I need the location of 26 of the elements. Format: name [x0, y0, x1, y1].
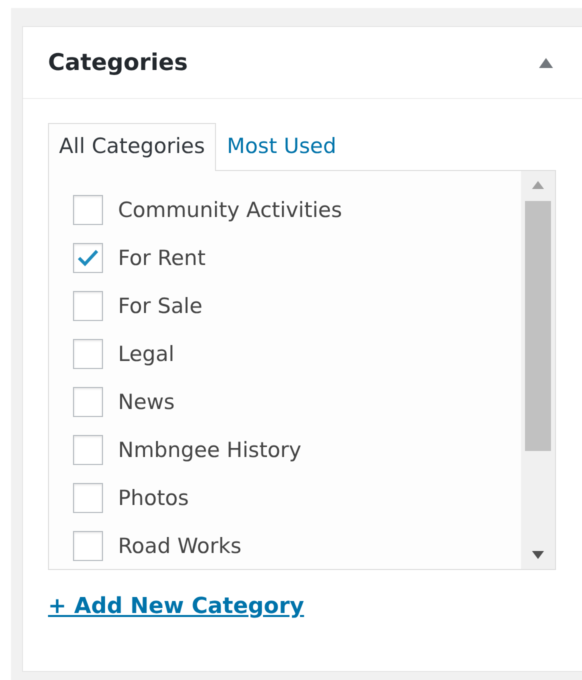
- category-label: News: [118, 390, 175, 414]
- category-label: For Sale: [118, 294, 202, 318]
- tab[interactable]: All Categories: [48, 123, 216, 171]
- checkbox[interactable]: [73, 483, 103, 513]
- checkbox[interactable]: [73, 291, 103, 321]
- category-label: Community Activities: [118, 198, 342, 222]
- scroll-down-icon[interactable]: [532, 551, 544, 559]
- checkbox[interactable]: [73, 387, 103, 417]
- panel-title: Categories: [48, 50, 188, 76]
- checkbox[interactable]: [73, 531, 103, 561]
- category-label: Photos: [118, 486, 189, 510]
- checkbox[interactable]: [73, 435, 103, 465]
- checkbox[interactable]: [73, 339, 103, 369]
- category-label: Legal: [118, 342, 174, 366]
- scrollbar-thumb[interactable]: [525, 201, 551, 451]
- caret-icon: [539, 58, 553, 68]
- add-category-link[interactable]: + Add New Category: [48, 594, 304, 619]
- tab[interactable]: Most Used: [216, 123, 348, 171]
- category-label: For Rent: [118, 246, 206, 270]
- checkbox[interactable]: [73, 243, 103, 273]
- category-label: Nmbngee History: [118, 438, 302, 462]
- category-label: Road Works: [118, 534, 242, 558]
- checkmark-icon: [77, 248, 99, 268]
- scroll-up-icon[interactable]: [532, 181, 544, 189]
- checkbox[interactable]: [73, 195, 103, 225]
- scrollbar[interactable]: [521, 171, 555, 569]
